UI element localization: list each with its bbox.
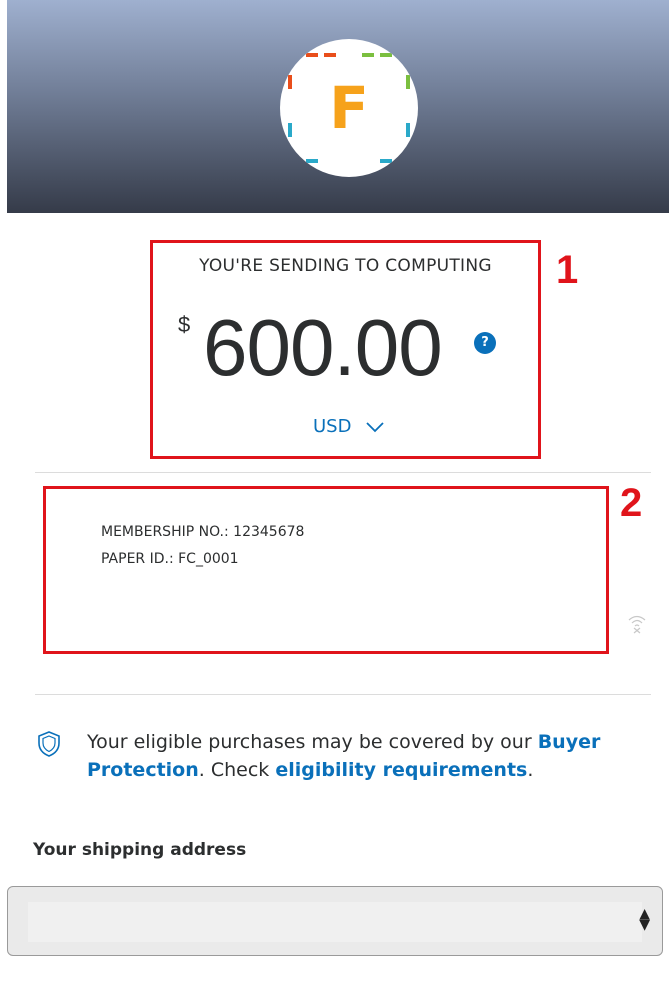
protection-text-2: . Check [198, 759, 276, 781]
paper-id: PAPER ID.: FC_0001 [101, 551, 239, 567]
merchant-logo: F [280, 39, 418, 177]
divider-top [35, 472, 651, 473]
divider-bottom [35, 694, 651, 695]
currency-code: USD [313, 416, 352, 437]
logo-letter: F [329, 74, 369, 142]
selected-address-value [28, 902, 642, 942]
recipient-label: YOU'RE SENDING TO COMPUTING [199, 256, 492, 276]
eligibility-requirements-link[interactable]: eligibility requirements [275, 759, 527, 781]
currency-symbol: $ [178, 312, 191, 337]
membership-number: MEMBERSHIP NO.: 12345678 [101, 524, 305, 540]
protection-text-1: Your eligible purchases may be covered b… [87, 731, 538, 753]
amount-value[interactable]: 600.00 [203, 300, 443, 396]
annotation-label-1: 1 [556, 248, 579, 292]
shipping-address-title: Your shipping address [33, 840, 247, 860]
buyer-protection-notice: Your eligible purchases may be covered b… [87, 728, 647, 784]
wifi-off-icon [628, 615, 646, 634]
header-banner: F [7, 0, 669, 213]
select-arrows-icon: ▲ ▼ [639, 906, 650, 933]
chevron-down-icon [366, 421, 385, 432]
protection-text-3: . [527, 759, 534, 781]
annotation-label-2: 2 [620, 481, 643, 525]
help-icon[interactable]: ? [474, 332, 496, 354]
shield-icon [38, 731, 60, 757]
currency-selector[interactable]: USD [313, 416, 385, 437]
annotation-box-2 [43, 486, 609, 654]
shipping-address-select[interactable]: ▲ ▼ [7, 886, 663, 956]
